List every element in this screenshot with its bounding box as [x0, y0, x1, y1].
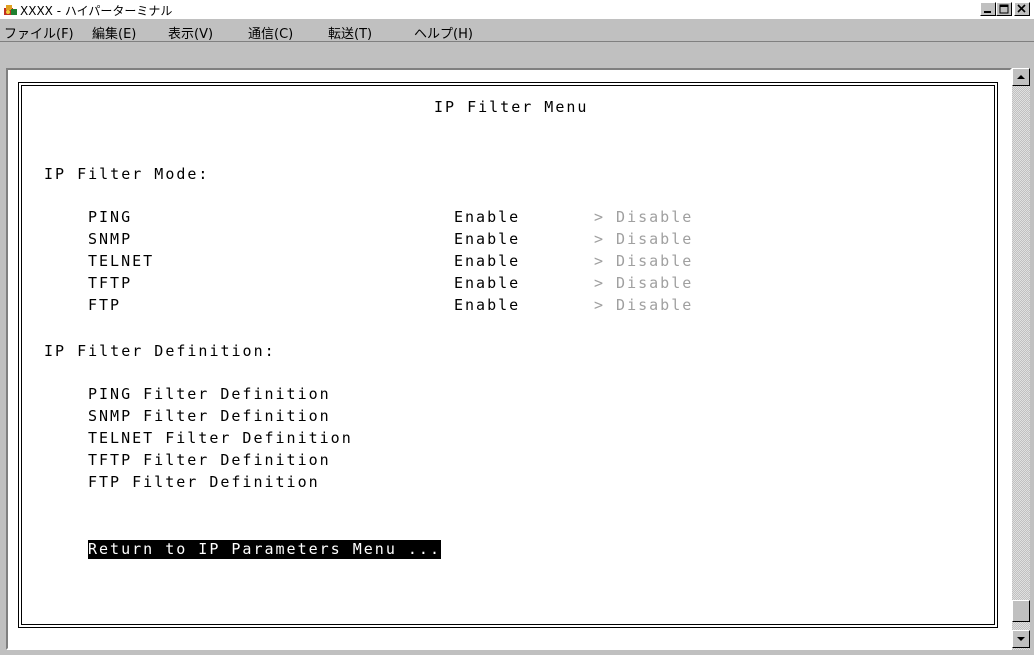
arrow-up-icon: [1017, 75, 1025, 79]
menu-bar: ファイル(F) 編集(E) 表示(V) 通信(C) 転送(T) ヘルプ(H): [0, 20, 1034, 42]
menu-transfer[interactable]: 転送(T): [328, 23, 372, 42]
enable-option[interactable]: Enable: [454, 296, 520, 315]
definition-item-ping[interactable]: PING Filter Definition: [88, 385, 331, 404]
menu-call[interactable]: 通信(C): [248, 23, 293, 42]
menu-file[interactable]: ファイル(F): [4, 23, 74, 42]
enable-option[interactable]: Enable: [454, 252, 520, 271]
disable-option[interactable]: > Disable: [594, 296, 693, 315]
definition-item-ftp[interactable]: FTP Filter Definition: [88, 473, 320, 492]
maximize-button[interactable]: [996, 2, 1012, 16]
vertical-scrollbar[interactable]: [1012, 68, 1030, 650]
menu-edit[interactable]: 編集(E): [92, 23, 136, 42]
scroll-thumb[interactable]: [1012, 600, 1030, 622]
enable-option[interactable]: Enable: [454, 208, 520, 227]
definition-item-tftp[interactable]: TFTP Filter Definition: [88, 451, 331, 470]
definition-section-label: IP Filter Definition:: [44, 342, 276, 360]
hyperterminal-icon: [3, 2, 18, 16]
disable-option[interactable]: > Disable: [594, 230, 693, 249]
mode-name: SNMP: [88, 230, 133, 248]
mode-name: PING: [88, 208, 133, 226]
enable-option[interactable]: Enable: [454, 230, 520, 249]
definition-item-snmp[interactable]: SNMP Filter Definition: [88, 407, 331, 426]
return-menu-option[interactable]: Return to IP Parameters Menu ...: [88, 540, 441, 559]
menu-help[interactable]: ヘルプ(H): [414, 23, 473, 42]
scroll-down-button[interactable]: [1012, 630, 1030, 648]
mode-name: TFTP: [88, 274, 133, 292]
close-button[interactable]: [1014, 2, 1030, 16]
disable-option[interactable]: > Disable: [594, 252, 693, 271]
definition-item-telnet[interactable]: TELNET Filter Definition: [88, 429, 353, 448]
minimize-button[interactable]: [980, 2, 996, 16]
title-bar: XXXX - ハイパーターミナル: [0, 0, 1034, 20]
menu-heading: IP Filter Menu: [434, 98, 589, 116]
disable-option[interactable]: > Disable: [594, 208, 693, 227]
window-title: XXXX - ハイパーターミナル: [20, 4, 173, 18]
mode-section-label: IP Filter Mode:: [44, 165, 210, 183]
scroll-up-button[interactable]: [1012, 68, 1030, 86]
arrow-down-icon: [1017, 637, 1025, 641]
disable-option[interactable]: > Disable: [594, 274, 693, 293]
mode-name: TELNET: [88, 252, 155, 270]
menu-view[interactable]: 表示(V): [168, 23, 213, 42]
enable-option[interactable]: Enable: [454, 274, 520, 293]
mode-name: FTP: [88, 296, 122, 314]
